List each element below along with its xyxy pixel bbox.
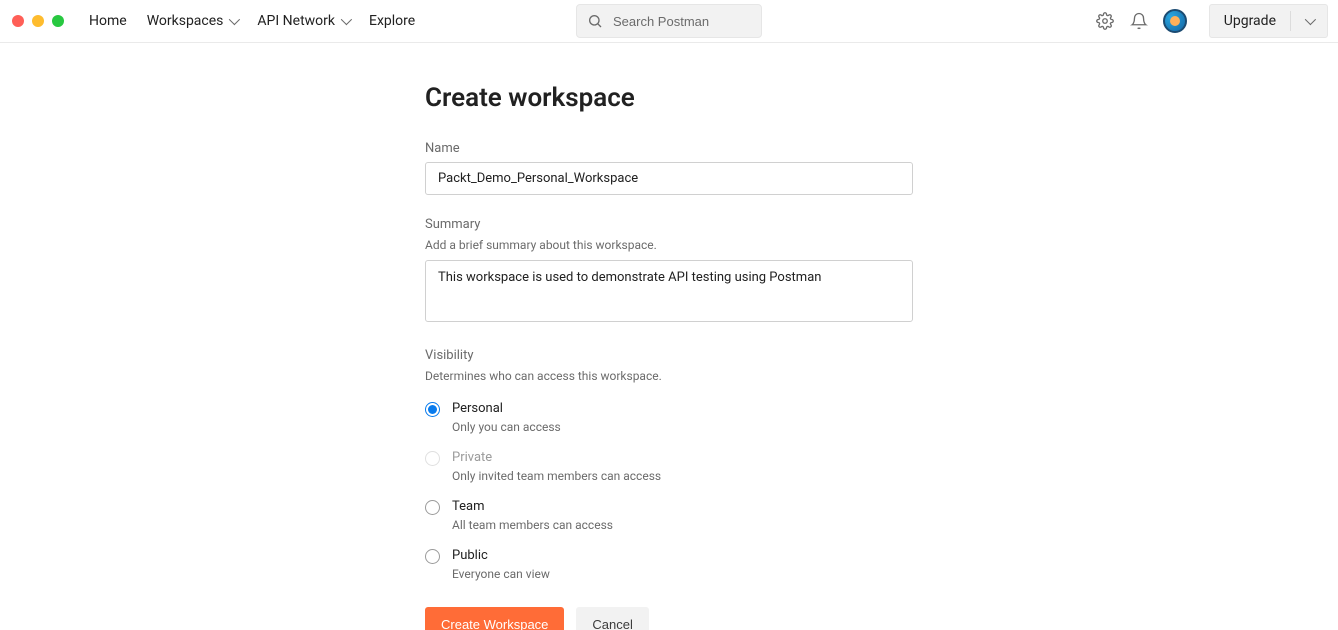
radio-body: Private Only invited team members can ac…	[452, 450, 661, 483]
nav-home-label: Home	[89, 13, 127, 29]
summary-sub: Add a brief summary about this workspace…	[425, 238, 913, 252]
nav-explore-label: Explore	[369, 13, 415, 29]
name-label: Name	[425, 141, 913, 156]
nav-api-network-label: API Network	[257, 13, 335, 29]
bell-icon	[1130, 12, 1148, 30]
form-actions: Create Workspace Cancel	[425, 607, 913, 630]
create-workspace-form: Create workspace Name Summary Add a brie…	[425, 83, 913, 630]
visibility-sub: Determines who can access this workspace…	[425, 369, 913, 383]
summary-input[interactable]	[425, 260, 913, 322]
chevron-down-icon	[1305, 14, 1316, 25]
notifications-button[interactable]	[1129, 11, 1149, 31]
nav-explore[interactable]: Explore	[369, 13, 415, 29]
nav-workspaces-label: Workspaces	[147, 13, 224, 29]
upgrade-label: Upgrade	[1224, 13, 1276, 29]
radio-desc: Only you can access	[452, 420, 561, 434]
summary-label: Summary	[425, 217, 913, 232]
top-nav: Home Workspaces API Network Explore	[89, 13, 415, 29]
radio-desc: Everyone can view	[452, 567, 550, 581]
nav-home[interactable]: Home	[89, 13, 127, 29]
radio-desc: Only invited team members can access	[452, 469, 661, 483]
radio-body: Public Everyone can view	[452, 548, 550, 581]
radio-icon	[425, 451, 440, 466]
search-input[interactable]	[611, 13, 731, 30]
radio-label: Team	[452, 499, 613, 514]
chevron-down-icon	[341, 14, 352, 25]
avatar[interactable]	[1163, 9, 1187, 33]
gear-icon	[1096, 12, 1114, 30]
radio-label: Private	[452, 450, 661, 465]
radio-body: Personal Only you can access	[452, 401, 561, 434]
settings-button[interactable]	[1095, 11, 1115, 31]
window-close-dot[interactable]	[12, 15, 24, 27]
nav-api-network[interactable]: API Network	[257, 13, 349, 29]
page-title: Create workspace	[425, 83, 913, 113]
visibility-public[interactable]: Public Everyone can view	[425, 548, 913, 581]
create-workspace-button[interactable]: Create Workspace	[425, 607, 564, 630]
visibility-team[interactable]: Team All team members can access	[425, 499, 913, 532]
radio-icon	[425, 500, 440, 515]
chevron-down-icon	[229, 14, 240, 25]
topbar-right: Upgrade	[1095, 4, 1328, 38]
cancel-button[interactable]: Cancel	[576, 607, 648, 630]
radio-desc: All team members can access	[452, 518, 613, 532]
summary-block: Summary Add a brief summary about this w…	[425, 217, 913, 326]
visibility-block: Visibility Determines who can access thi…	[425, 348, 913, 581]
radio-icon	[425, 549, 440, 564]
nav-workspaces[interactable]: Workspaces	[147, 13, 238, 29]
visibility-private[interactable]: Private Only invited team members can ac…	[425, 450, 913, 483]
radio-label: Personal	[452, 401, 561, 416]
visibility-options: Personal Only you can access Private Onl…	[425, 401, 913, 581]
radio-body: Team All team members can access	[452, 499, 613, 532]
radio-icon	[425, 402, 440, 417]
window-traffic-lights	[12, 15, 64, 27]
topbar: Home Workspaces API Network Explore Upgr…	[0, 0, 1338, 43]
name-block: Name	[425, 141, 913, 195]
upgrade-button[interactable]: Upgrade	[1209, 4, 1328, 38]
name-input[interactable]	[425, 162, 913, 195]
window-maximize-dot[interactable]	[52, 15, 64, 27]
divider	[1290, 11, 1291, 31]
radio-label: Public	[452, 548, 550, 563]
visibility-label: Visibility	[425, 348, 913, 363]
search-icon	[587, 13, 603, 29]
search-box[interactable]	[576, 4, 762, 38]
visibility-personal[interactable]: Personal Only you can access	[425, 401, 913, 434]
window-minimize-dot[interactable]	[32, 15, 44, 27]
page-body: Create workspace Name Summary Add a brie…	[0, 43, 1338, 630]
